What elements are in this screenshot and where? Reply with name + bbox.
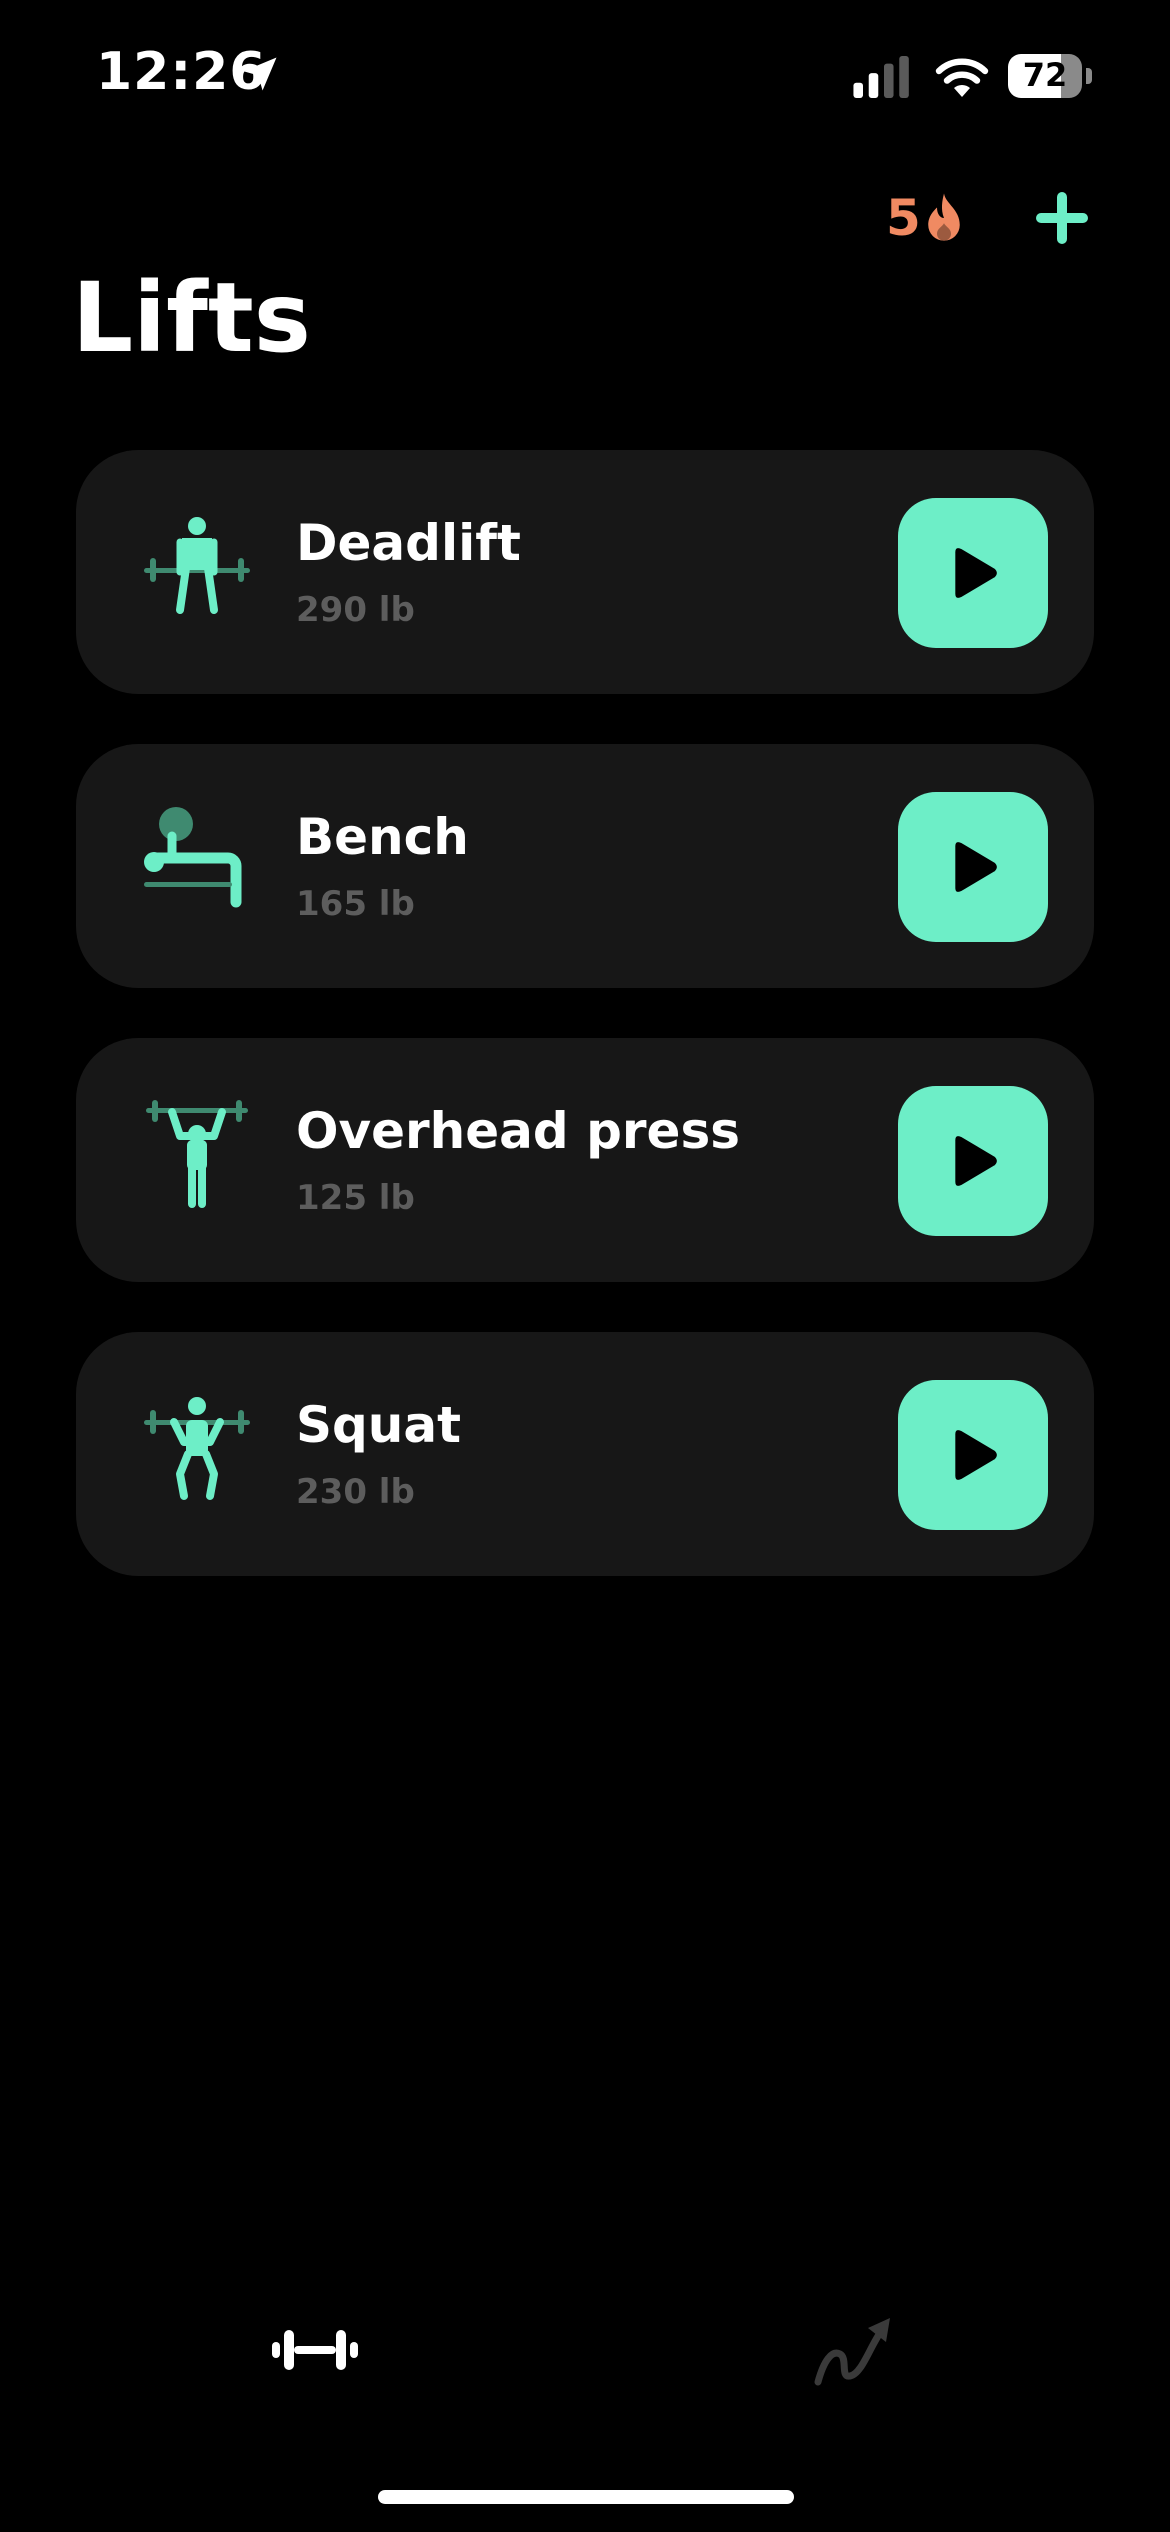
lift-name: Deadlift xyxy=(296,514,521,572)
deadlift-icon xyxy=(144,517,250,614)
bench-press-icon xyxy=(144,807,242,908)
location-arrow-icon xyxy=(243,57,277,91)
battery-tip xyxy=(1086,68,1092,84)
streak-count: 5 xyxy=(886,189,921,247)
overhead-press-icon xyxy=(146,1100,248,1208)
start-bench-button[interactable] xyxy=(898,792,1048,942)
lift-name: Overhead press xyxy=(296,1102,740,1160)
home-indicator xyxy=(378,2490,794,2504)
start-deadlift-button[interactable] xyxy=(898,498,1048,648)
dumbbell-icon[interactable] xyxy=(270,2320,360,2380)
play-icon xyxy=(955,1136,997,1186)
battery-body: 72 xyxy=(1008,54,1082,98)
lift-weight: 290 lb xyxy=(296,590,415,630)
lift-weight: 230 lb xyxy=(296,1472,415,1512)
add-lift-button[interactable] xyxy=(1032,188,1092,248)
lift-name: Squat xyxy=(296,1396,462,1454)
tab-bar xyxy=(0,2290,1170,2420)
battery-percent: 72 xyxy=(1022,56,1068,94)
lift-weight: 125 lb xyxy=(296,1178,415,1218)
lift-weight: 165 lb xyxy=(296,884,415,924)
play-icon xyxy=(955,548,997,598)
streak-counter[interactable]: 5 xyxy=(886,186,965,250)
lift-card-deadlift[interactable]: Deadlift 290 lb xyxy=(76,450,1094,694)
play-icon xyxy=(955,1430,997,1480)
start-squat-button[interactable] xyxy=(898,1380,1048,1530)
lift-name: Bench xyxy=(296,808,469,866)
wifi-icon xyxy=(935,58,989,97)
page-title: Lifts xyxy=(72,262,311,374)
lift-card-overhead-press[interactable]: Overhead press 125 lb xyxy=(76,1038,1094,1282)
squat-icon xyxy=(144,1397,250,1500)
lift-card-bench[interactable]: Bench 165 lb xyxy=(76,744,1094,988)
cellular-signal-icon xyxy=(853,56,909,98)
start-overhead-press-button[interactable] xyxy=(898,1086,1048,1236)
battery-indicator: 72 xyxy=(1008,54,1092,98)
play-icon xyxy=(955,842,997,892)
lift-card-squat[interactable]: Squat 230 lb xyxy=(76,1332,1094,1576)
status-bar: 12:26 72 xyxy=(0,0,1170,150)
flame-icon xyxy=(928,193,960,241)
trend-arrow-icon[interactable] xyxy=(810,2304,900,2394)
